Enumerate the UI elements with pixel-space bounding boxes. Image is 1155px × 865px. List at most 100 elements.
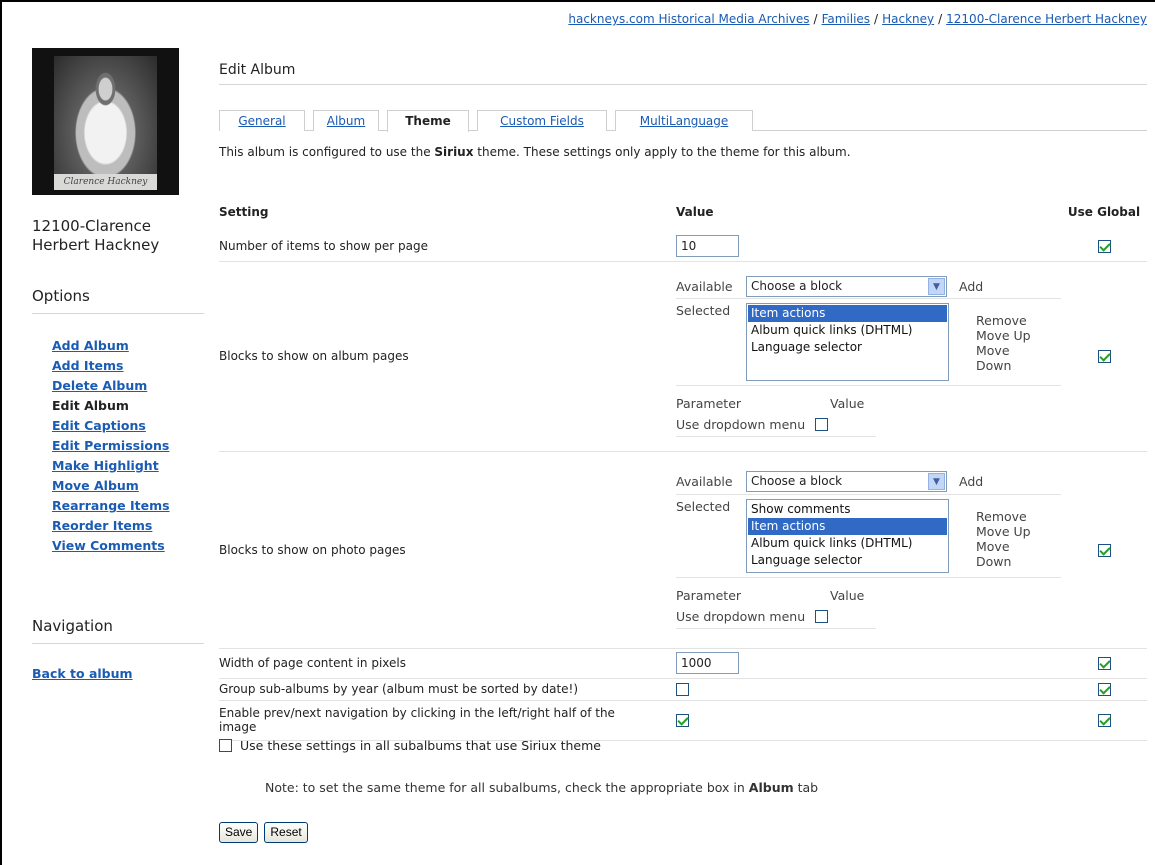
divider <box>676 436 876 437</box>
breadcrumb-album[interactable]: 12100-Clarence Herbert Hackney <box>946 12 1147 26</box>
back-to-album-link[interactable]: Back to album <box>32 666 133 681</box>
listbox-option[interactable]: Language selector <box>748 339 947 356</box>
album-name: 12100-Clarence Herbert Hackney <box>32 217 160 254</box>
breadcrumb-separator: / <box>874 12 879 26</box>
album-blocks-editor: Available Choose a block ▼ Add Selected I… <box>676 275 1061 437</box>
photo-move-up-button[interactable]: Move Up <box>976 524 1031 539</box>
photo-value-header: Value <box>830 587 865 603</box>
options-list: Add Album Add Items Delete Album Edit Al… <box>52 336 204 556</box>
album-add-button[interactable]: Add <box>959 279 983 294</box>
thumbnail-photo <box>54 56 157 174</box>
page-width-input[interactable]: 1000 <box>676 652 739 674</box>
items-per-page-use-global-checkbox[interactable] <box>1097 240 1111 254</box>
divider <box>676 493 1061 495</box>
photo-block-select[interactable]: Choose a block ▼ <box>746 471 947 492</box>
option-edit-captions[interactable]: Edit Captions <box>52 416 204 436</box>
page-width-use-global-checkbox[interactable] <box>1097 657 1111 670</box>
prev-next-checkbox[interactable] <box>676 714 689 727</box>
breadcrumb-archives[interactable]: hackneys.com Historical Media Archives <box>568 12 809 26</box>
divider <box>676 627 876 629</box>
intro-prefix: This album is configured to use the <box>219 145 435 159</box>
intro-suffix: theme. These settings only apply to the … <box>473 145 851 159</box>
group-by-year-use-global-checkbox[interactable] <box>1097 683 1111 696</box>
photo-block-select-value: Choose a block <box>751 474 843 488</box>
listbox-option[interactable]: Language selector <box>748 552 947 569</box>
tab-custom-fields[interactable]: Custom Fields <box>477 110 607 131</box>
breadcrumb-separator: / <box>938 12 943 26</box>
setting-row-group-by-year: Group sub-albums by year (album must be … <box>219 678 1147 700</box>
prev-next-use-global-checkbox[interactable] <box>1097 714 1111 727</box>
photo-blocks-use-global-checkbox[interactable] <box>1097 543 1111 557</box>
album-move-down-button[interactable]: Move Down <box>976 343 1026 373</box>
album-block-select[interactable]: Choose a block ▼ <box>746 275 947 297</box>
group-by-year-label: Group sub-albums by year (album must be … <box>219 682 579 696</box>
photo-dropdown-checkbox[interactable] <box>815 609 829 623</box>
album-dropdown-checkbox[interactable] <box>815 418 829 431</box>
option-edit-permissions[interactable]: Edit Permissions <box>52 436 204 456</box>
option-edit-album: Edit Album <box>52 398 129 413</box>
apply-subalbums-checkbox[interactable] <box>219 739 232 752</box>
listbox-option[interactable]: Album quick links (DHTML) <box>748 322 947 339</box>
group-by-year-checkbox[interactable] <box>676 683 689 696</box>
tab-general[interactable]: General <box>219 110 305 131</box>
listbox-option[interactable]: Album quick links (DHTML) <box>748 535 947 552</box>
navigation-heading: Navigation <box>32 617 204 644</box>
chevron-down-icon[interactable]: ▼ <box>928 277 945 295</box>
tab-album-label[interactable]: Album <box>327 114 365 128</box>
album-block-select-value: Choose a block <box>751 278 843 293</box>
photo-remove-button[interactable]: Remove <box>976 509 1031 524</box>
setting-row-album-blocks: Blocks to show on album pages Available … <box>219 261 1147 451</box>
chevron-down-icon[interactable]: ▼ <box>928 473 945 490</box>
option-move-album[interactable]: Move Album <box>52 476 204 496</box>
main-content: Edit Album General Album Theme Custom Fi… <box>219 62 1147 843</box>
album-selected-listbox[interactable]: Item actions Album quick links (DHTML) L… <box>746 303 949 381</box>
album-value-header: Value <box>830 396 865 411</box>
thumbnail-signature: Clarence Hackney <box>54 174 157 190</box>
album-move-up-button[interactable]: Move Up <box>976 328 1031 343</box>
album-thumbnail[interactable]: Clarence Hackney <box>32 48 179 195</box>
photo-parameter-header: Parameter <box>676 587 742 603</box>
listbox-option[interactable]: Item actions <box>748 517 947 535</box>
reset-button[interactable]: Reset <box>264 822 308 843</box>
items-per-page-label: Number of items to show per page <box>219 239 428 254</box>
listbox-option[interactable]: Item actions <box>748 305 947 322</box>
tab-multilanguage[interactable]: MultiLanguage <box>615 110 753 131</box>
breadcrumb-separator: / <box>813 12 818 26</box>
save-button[interactable]: Save <box>219 822 259 843</box>
album-remove-button[interactable]: Remove <box>976 313 1031 328</box>
page-width-label: Width of page content in pixels <box>219 656 407 670</box>
option-add-album[interactable]: Add Album <box>52 336 204 356</box>
tab-album[interactable]: Album <box>313 110 379 131</box>
photo-blocks-editor: Available Choose a block ▼ Add Selected S… <box>676 471 1061 629</box>
option-rearrange-items[interactable]: Rearrange Items <box>52 496 204 516</box>
option-add-items[interactable]: Add Items <box>52 356 204 376</box>
option-make-highlight[interactable]: Make Highlight <box>52 456 204 476</box>
header-setting: Setting <box>219 205 269 219</box>
note-tab-name: Album <box>748 780 794 795</box>
tab-multilanguage-label[interactable]: MultiLanguage <box>640 114 729 128</box>
tab-theme[interactable]: Theme <box>387 110 469 132</box>
photo-move-down-button[interactable]: Move Down <box>976 539 1026 569</box>
album-blocks-use-global-checkbox[interactable] <box>1097 350 1111 363</box>
items-per-page-input[interactable]: 10 <box>676 235 739 258</box>
option-reorder-items[interactable]: Reorder Items <box>52 516 204 536</box>
listbox-option[interactable]: Show comments <box>748 501 947 518</box>
tab-general-label[interactable]: General <box>238 114 285 128</box>
prev-next-label: Enable prev/next navigation by clicking … <box>219 706 615 734</box>
photo-dropdown-label: Use dropdown menu <box>676 608 806 624</box>
breadcrumb-hackney[interactable]: Hackney <box>882 12 934 26</box>
form-buttons: Save Reset <box>219 822 314 843</box>
apply-subalbums-label: Use these settings in all subalbums that… <box>240 738 601 753</box>
settings-header-row: Setting Value Use Global <box>219 192 1147 232</box>
settings-table: Setting Value Use Global Number of items… <box>219 192 1147 741</box>
option-delete-album[interactable]: Delete Album <box>52 376 204 396</box>
tab-theme-label: Theme <box>405 114 451 128</box>
option-view-comments[interactable]: View Comments <box>52 536 204 556</box>
setting-row-page-width: Width of page content in pixels 1000 <box>219 648 1147 678</box>
sidebar: Clarence Hackney 12100-Clarence Herbert … <box>32 48 204 556</box>
photo-selected-listbox[interactable]: Show comments Item actions Album quick l… <box>746 498 949 573</box>
breadcrumb-families[interactable]: Families <box>822 12 870 26</box>
note-suffix: tab <box>793 780 819 795</box>
tab-custom-fields-label[interactable]: Custom Fields <box>500 114 584 128</box>
photo-add-button[interactable]: Add <box>959 474 983 489</box>
